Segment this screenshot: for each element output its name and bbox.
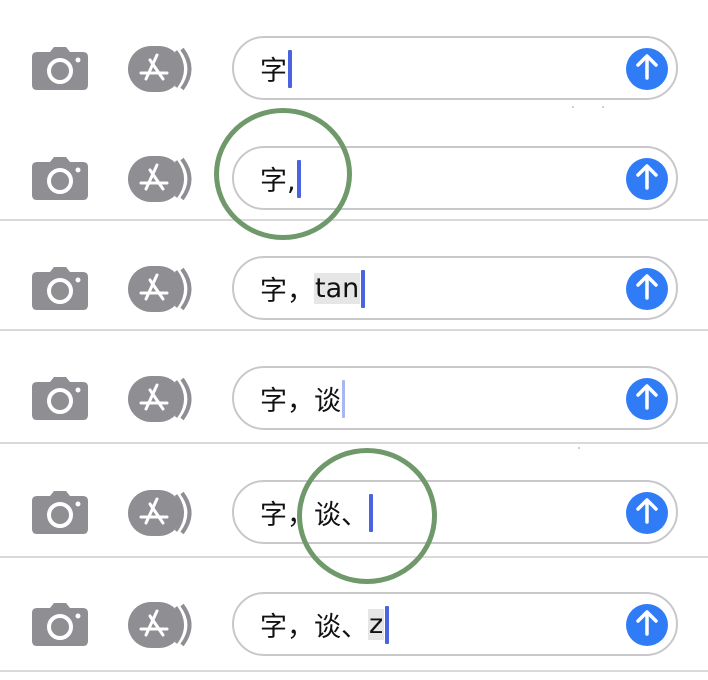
row-divider	[0, 442, 708, 444]
app-store-icon[interactable]	[127, 601, 201, 649]
camera-icon[interactable]	[31, 377, 89, 421]
committed-text: 字，谈、	[260, 499, 368, 531]
composing-text: z	[368, 608, 385, 640]
message-input[interactable]: 字,	[232, 146, 678, 210]
row-divider	[0, 556, 708, 558]
committed-text: 字，	[260, 275, 314, 307]
text-caret	[288, 50, 292, 88]
message-text: 字， tan	[260, 258, 366, 318]
camera-icon[interactable]	[31, 267, 89, 311]
app-store-icon[interactable]	[127, 375, 201, 423]
send-button[interactable]	[626, 378, 668, 420]
row-divider	[0, 219, 708, 221]
text-caret	[296, 160, 301, 198]
app-store-icon[interactable]	[127, 45, 201, 93]
camera-icon[interactable]	[31, 491, 89, 535]
send-button[interactable]	[626, 492, 668, 534]
app-store-icon[interactable]	[127, 155, 201, 203]
text-caret	[385, 606, 390, 644]
send-button[interactable]	[626, 48, 668, 90]
input-row: 字,	[0, 122, 708, 234]
send-button[interactable]	[626, 604, 668, 646]
text-caret	[369, 494, 373, 532]
message-input[interactable]: 字， tan	[232, 256, 678, 320]
message-input[interactable]: 字	[232, 36, 678, 100]
message-text: 字,	[260, 148, 301, 208]
committed-text: 字，谈、	[260, 611, 368, 643]
message-input[interactable]: 字，谈、 z	[232, 592, 678, 656]
arrow-up-icon	[635, 164, 659, 194]
input-row: 字，谈、 z	[0, 568, 708, 680]
input-row: 字，谈	[0, 342, 708, 454]
camera-icon[interactable]	[31, 157, 89, 201]
arrow-up-icon	[635, 498, 659, 528]
camera-icon[interactable]	[31, 47, 89, 91]
camera-icon[interactable]	[31, 603, 89, 647]
app-store-icon[interactable]	[127, 489, 201, 537]
committed-text: 字,	[260, 165, 296, 197]
row-divider	[0, 329, 708, 331]
arrow-up-icon	[635, 274, 659, 304]
message-text: 字，谈	[260, 368, 345, 428]
app-store-icon[interactable]	[127, 265, 201, 313]
message-text: 字，谈、	[260, 482, 373, 542]
text-caret	[342, 380, 345, 418]
committed-text: 字，谈	[260, 385, 341, 417]
message-text: 字	[260, 38, 292, 98]
message-input[interactable]: 字，谈	[232, 366, 678, 430]
committed-text: 字	[260, 55, 287, 87]
arrow-up-icon	[635, 54, 659, 84]
input-row: 字， tan	[0, 232, 708, 344]
text-caret	[361, 270, 366, 308]
composing-text: tan	[314, 272, 361, 304]
message-input[interactable]: 字，谈、	[232, 480, 678, 544]
arrow-up-icon	[635, 384, 659, 414]
send-button[interactable]	[626, 158, 668, 200]
message-text: 字，谈、 z	[260, 594, 390, 654]
input-row: 字，谈、	[0, 456, 708, 568]
arrow-up-icon	[635, 610, 659, 640]
send-button[interactable]	[626, 268, 668, 310]
